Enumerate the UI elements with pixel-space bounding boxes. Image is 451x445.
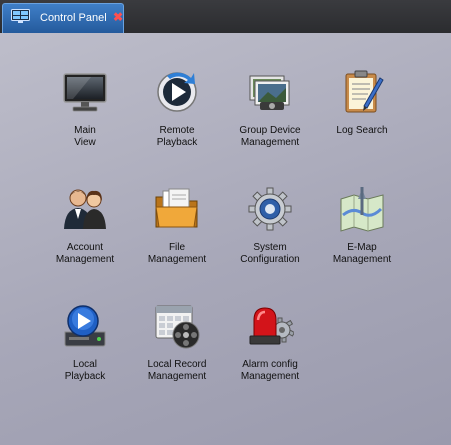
remote-playback-icon [157,72,197,112]
account-management-button[interactable]: Account Management [40,185,130,285]
local-record-management-button[interactable]: Local Record Management [132,302,222,402]
control-panel-grid: Main View Remote Playback Group Device M… [0,33,451,445]
map-icon [340,187,384,232]
local-playback-button[interactable]: Local Playback [40,302,130,402]
tab-title: Control Panel [40,12,107,24]
group-device-management-button[interactable]: Group Device Management [225,68,315,168]
tab-bar: Control Panel ✖ [0,0,451,34]
file-management-label: File Management [147,242,207,265]
log-search-button[interactable]: Log Search [317,68,407,168]
local-playback-icon [64,305,106,347]
folder-icon [155,188,198,228]
log-search-label: Log Search [336,125,388,136]
gear-icon [248,187,292,231]
calendar-film-icon [155,305,200,349]
remote-playback-button[interactable]: Remote Playback [132,68,222,168]
local-record-management-label: Local Record Management [147,359,207,382]
monitor-icon [63,73,107,112]
main-view-button[interactable]: Main View [40,68,130,168]
system-configuration-label: System Configuration [240,242,300,265]
log-search-icon [345,70,384,113]
local-playback-label: Local Playback [64,359,106,382]
monitor-icon [11,9,30,23]
account-icon [64,189,106,229]
account-management-label: Account Management [55,242,115,265]
main-view-label: Main View [74,125,96,148]
e-map-management-label: E-Map Management [332,242,392,265]
file-management-button[interactable]: File Management [132,185,222,285]
system-configuration-button[interactable]: System Configuration [225,185,315,285]
group-device-icon [249,75,290,110]
alarm-config-management-button[interactable]: Alarm config Management [225,302,315,402]
control-panel-window: Control Panel ✖ Main View Remote Playbac… [0,0,451,445]
alarm-icon [249,307,294,345]
alarm-config-management-label: Alarm config Management [240,359,300,382]
close-icon[interactable]: ✖ [113,10,123,24]
remote-playback-label: Remote Playback [156,125,198,148]
group-device-management-label: Group Device Management [239,125,301,148]
e-map-management-button[interactable]: E-Map Management [317,185,407,285]
tab-control-panel[interactable]: Control Panel ✖ [2,3,124,33]
